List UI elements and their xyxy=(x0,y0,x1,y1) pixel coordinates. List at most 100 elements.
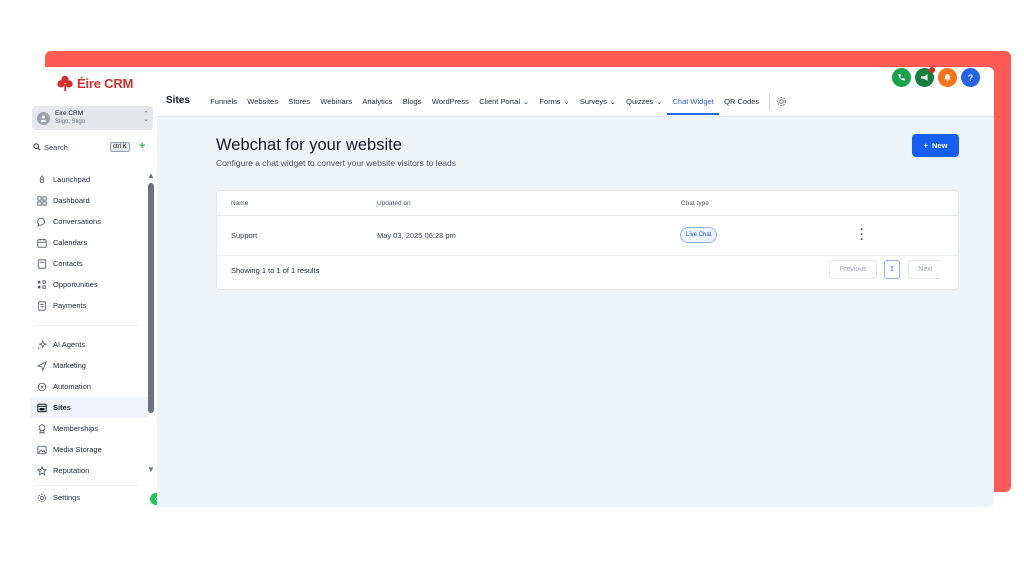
plus-icon: + xyxy=(923,141,928,150)
chevron-down-icon: ⌄ xyxy=(656,99,663,106)
account-name: Eire CRM xyxy=(55,110,84,117)
column-header-chat-type: Chat type xyxy=(681,200,709,207)
sidebar-item-dashboard[interactable]: Dashboard xyxy=(30,190,148,211)
tab-wordpress[interactable]: WordPress xyxy=(427,92,474,115)
page-title: Webchat for your website xyxy=(216,136,402,154)
account-avatar-icon xyxy=(37,111,50,125)
quick-add-icon[interactable]: + xyxy=(139,140,145,152)
widget-updated: May 03, 2025 06:28 pm xyxy=(377,231,456,240)
sidebar-nav-footer: Settings xyxy=(30,487,148,507)
tab-websites[interactable]: Websites xyxy=(242,92,283,115)
sidebar-nav-secondary: AI Agents Marketing Automation Sites Mem… xyxy=(30,334,148,481)
tab-forms[interactable]: Forms ⌄ xyxy=(534,92,575,115)
scroll-down-icon[interactable]: ▼ xyxy=(147,465,155,474)
chevron-down-icon: ⌄ xyxy=(523,99,529,106)
search-shortcut: ctrl K xyxy=(110,142,130,152)
sidebar-item-calendars[interactable]: Calendars xyxy=(30,232,148,253)
sidebar-item-ai-agents[interactable]: AI Agents xyxy=(30,334,148,355)
tab-client-portal[interactable]: Client Portal ⌄ xyxy=(474,92,534,115)
table-row[interactable]: Support May 03, 2025 06:28 pm Live Chat … xyxy=(217,216,958,256)
page-subtitle: Configure a chat widget to convert your … xyxy=(216,158,457,168)
sidebar-item-contacts[interactable]: Contacts xyxy=(30,253,148,274)
tab-separator xyxy=(769,94,771,110)
sidebar: Éire CRM Eire CRM Sligo, Sligo ⌃ ⌄ Search… xyxy=(30,67,157,507)
widget-name[interactable]: Support xyxy=(231,231,257,240)
phone-icon[interactable] xyxy=(892,68,911,87)
sidebar-item-payments[interactable]: Payments xyxy=(30,295,148,316)
new-widget-button[interactable]: + New xyxy=(912,134,959,157)
sidebar-item-opportunities[interactable]: Opportunities xyxy=(30,274,148,295)
tab-stores[interactable]: Stores xyxy=(283,92,315,115)
grid-icon xyxy=(37,195,47,206)
sidebar-item-conversations[interactable]: Conversations xyxy=(30,211,148,232)
opportunities-icon xyxy=(37,279,46,289)
calendar-icon xyxy=(37,238,47,248)
rocket-icon xyxy=(39,174,45,183)
tab-surveys[interactable]: Surveys ⌄ xyxy=(575,92,621,115)
column-header-updated: Updated on xyxy=(377,200,411,207)
app-window: Éire CRM Eire CRM Sligo, Sligo ⌃ ⌄ Search… xyxy=(30,67,994,507)
tab-analytics[interactable]: Analytics xyxy=(357,92,397,115)
award-icon xyxy=(38,423,46,434)
scroll-up-icon[interactable]: ▲ xyxy=(147,171,155,180)
next-page-button[interactable]: Next xyxy=(908,260,942,279)
automation-icon xyxy=(37,382,47,391)
sidebar-item-marketing[interactable]: Marketing xyxy=(30,355,148,376)
tab-quizzes[interactable]: Quizzes ⌄ xyxy=(621,92,667,115)
tab-qr-codes[interactable]: QR Codes xyxy=(719,92,764,115)
previous-page-button[interactable]: Previous xyxy=(829,260,877,279)
chat-icon xyxy=(37,217,45,227)
chat-type-badge: Live Chat xyxy=(680,227,718,243)
widgets-table: Name Updated on Chat type Support May 03… xyxy=(216,190,959,290)
brand-name: Éire CRM xyxy=(77,75,134,91)
results-summary: Showing 1 to 1 of 1 results xyxy=(231,266,320,275)
table-header: Name Updated on Chat type xyxy=(217,191,958,216)
page-section-title: Sites xyxy=(166,95,190,106)
sidebar-item-launchpad[interactable]: Launchpad xyxy=(30,169,148,190)
chevron-updown-icon: ⌃ ⌄ xyxy=(143,111,149,123)
help-icon[interactable]: ? xyxy=(961,68,980,87)
gear-icon xyxy=(37,493,47,502)
contacts-icon xyxy=(37,258,47,269)
tab-chat-widget[interactable]: Chat Widget xyxy=(667,92,719,115)
chevron-down-icon: ⌄ xyxy=(563,99,570,106)
sidebar-scrollbar[interactable] xyxy=(148,183,154,413)
main-content: Webchat for your website Configure a cha… xyxy=(157,117,994,507)
sidebar-item-memberships[interactable]: Memberships xyxy=(30,418,148,439)
star-icon xyxy=(37,465,47,476)
column-header-name: Name xyxy=(231,200,249,207)
sidebar-item-settings[interactable]: Settings xyxy=(30,487,148,507)
page-1-button[interactable]: 1 xyxy=(884,260,900,279)
sidebar-item-automation[interactable]: Automation xyxy=(30,376,148,397)
sidebar-nav-primary: Launchpad Dashboard Conversations Calend… xyxy=(30,169,148,316)
shamrock-icon xyxy=(57,75,73,92)
sidebar-divider-bottom xyxy=(37,485,137,486)
payments-icon xyxy=(38,300,46,311)
tab-blogs[interactable]: Blogs xyxy=(398,92,427,115)
logo[interactable]: Éire CRM xyxy=(56,74,133,92)
topbar: Sites Funnels Websites Stores Webinars A… xyxy=(157,67,994,117)
search-label: Search xyxy=(44,142,68,152)
sidebar-item-reputation[interactable]: Reputation xyxy=(30,460,148,481)
megaphone-icon[interactable] xyxy=(915,67,935,87)
sparkle-icon xyxy=(37,339,47,349)
sites-icon xyxy=(37,403,47,412)
more-options-icon[interactable]: · · · xyxy=(860,225,864,246)
chevron-down-icon: ⌄ xyxy=(609,99,616,106)
account-switcher[interactable]: Eire CRM Sligo, Sligo ⌃ ⌄ xyxy=(32,106,153,130)
tab-webinars[interactable]: Webinars xyxy=(315,92,357,115)
settings-gear-icon[interactable] xyxy=(776,96,787,107)
search-icon xyxy=(33,143,41,151)
account-location: Sligo, Sligo xyxy=(55,119,86,125)
sidebar-divider xyxy=(37,325,137,326)
search-bar[interactable]: Search ctrl K + xyxy=(33,140,153,154)
sidebar-item-media-storage[interactable]: Media Storage xyxy=(30,439,148,460)
tab-funnels[interactable]: Funnels xyxy=(205,92,242,115)
top-action-icons: ? xyxy=(892,67,980,87)
bell-icon[interactable] xyxy=(938,68,957,87)
tab-bar: Funnels Websites Stores Webinars Analyti… xyxy=(205,92,787,117)
send-icon xyxy=(37,360,47,371)
sidebar-item-sites[interactable]: Sites xyxy=(30,397,148,418)
image-icon xyxy=(37,445,47,454)
notification-dot xyxy=(929,67,935,73)
